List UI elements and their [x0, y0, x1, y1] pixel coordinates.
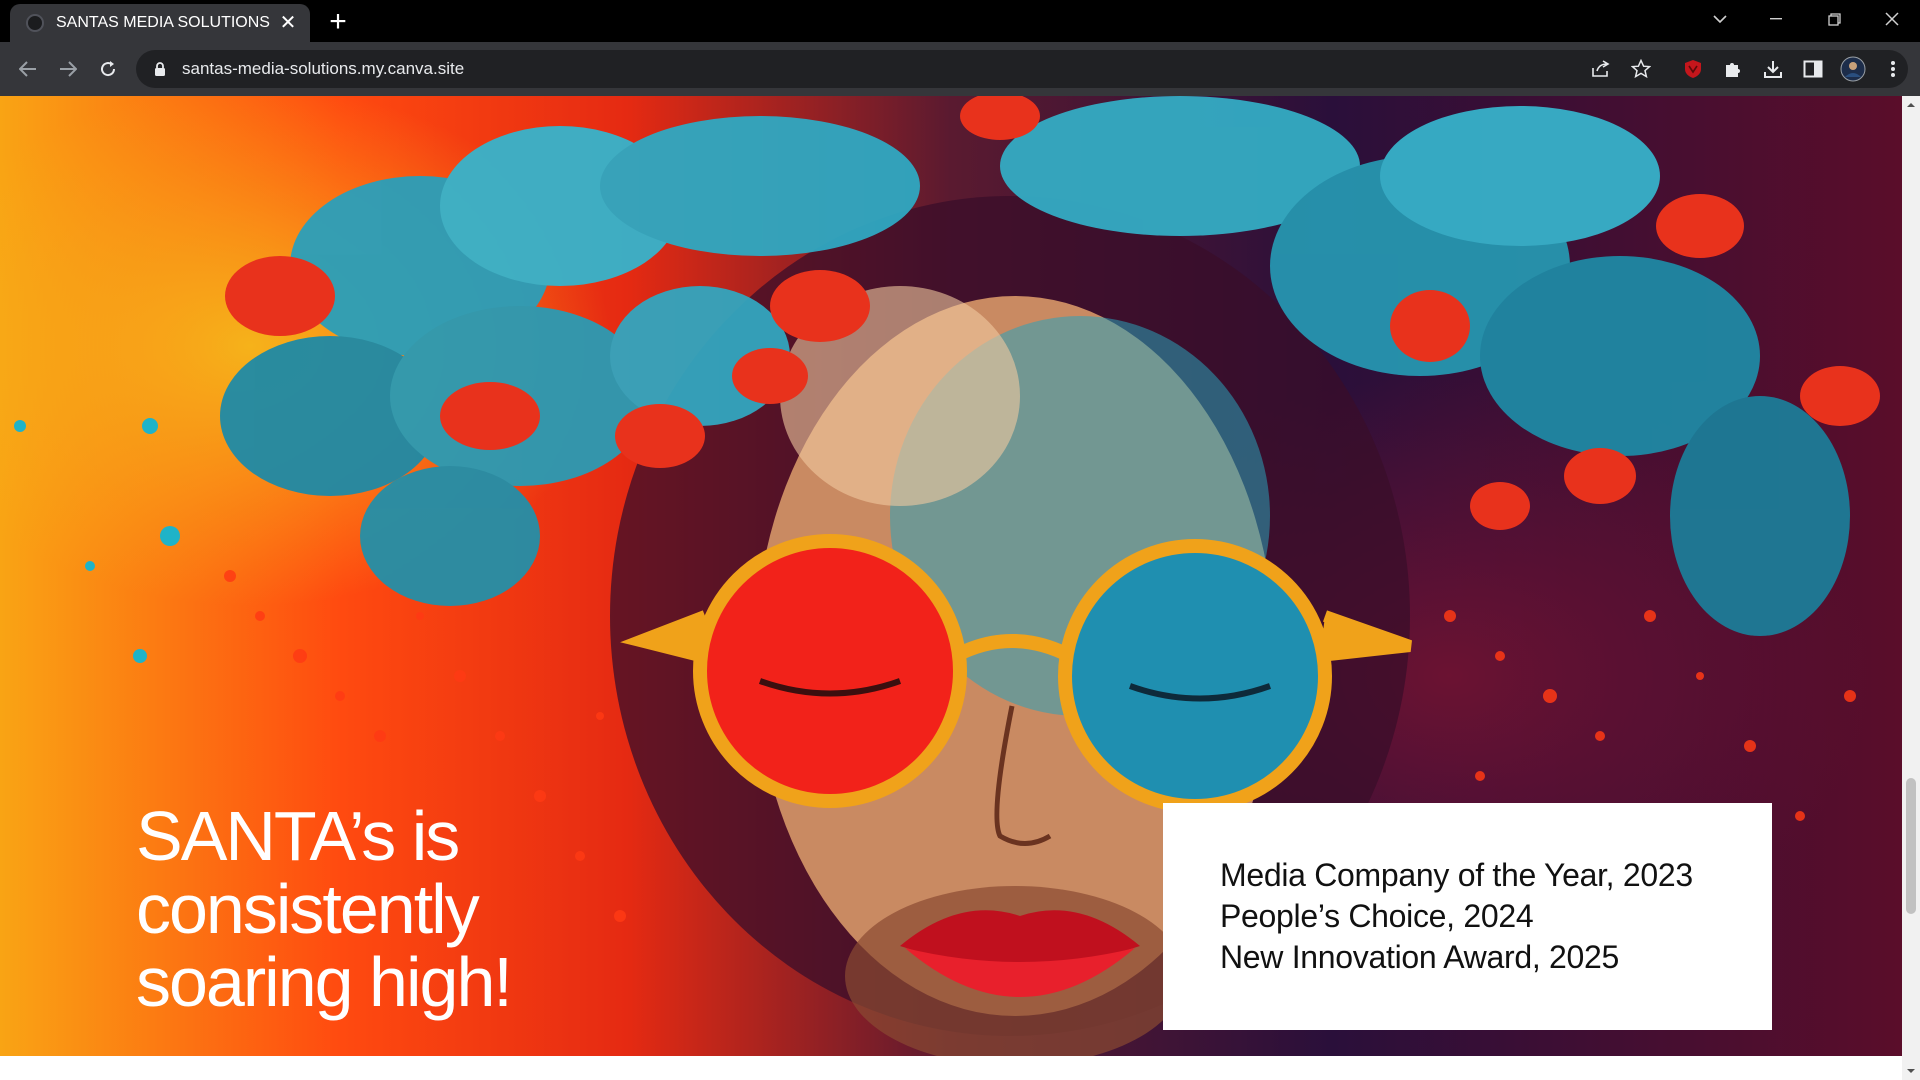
- page-scrollbar[interactable]: [1902, 96, 1920, 1080]
- awards-card: Media Company of the Year, 2023 People’s…: [1163, 803, 1772, 1030]
- restore-icon[interactable]: [1814, 0, 1854, 38]
- hero-headline: SANTA’s is consistently soaring high!: [136, 800, 696, 1019]
- download-icon[interactable]: [1758, 54, 1788, 84]
- back-icon[interactable]: [12, 53, 44, 85]
- headline-line: soaring high!: [136, 943, 513, 1021]
- share-icon[interactable]: [1586, 54, 1616, 84]
- browser-toolbar: santas-media-solutions.my.canva.site: [0, 42, 1920, 96]
- new-tab-button[interactable]: +: [322, 5, 354, 38]
- scroll-up-icon[interactable]: [1906, 100, 1916, 110]
- tab-title: SANTAS MEDIA SOLUTIONS: [56, 14, 270, 31]
- close-window-icon[interactable]: [1872, 0, 1912, 38]
- minimize-icon[interactable]: [1756, 0, 1796, 38]
- url-text[interactable]: santas-media-solutions.my.canva.site: [182, 59, 464, 79]
- favicon-icon: [26, 14, 44, 32]
- tab-strip: SANTAS MEDIA SOLUTIONS ✕ +: [0, 0, 1920, 42]
- profile-avatar[interactable]: [1838, 54, 1868, 84]
- lock-icon[interactable]: [152, 61, 168, 77]
- headline-line: consistently: [136, 870, 480, 948]
- scrollbar-thumb[interactable]: [1906, 778, 1916, 914]
- hero-image: SANTA’s is consistently soaring high! Me…: [0, 96, 1902, 1056]
- reload-icon[interactable]: [92, 53, 124, 85]
- award-item: Media Company of the Year, 2023: [1220, 857, 1693, 893]
- menu-dots-icon[interactable]: [1878, 54, 1908, 84]
- tab-search-icon[interactable]: [1700, 0, 1740, 38]
- page-viewport: SANTA’s is consistently soaring high! Me…: [0, 96, 1902, 1080]
- awards-list: Media Company of the Year, 2023 People’s…: [1220, 855, 1693, 978]
- active-tab[interactable]: SANTAS MEDIA SOLUTIONS ✕: [10, 4, 310, 42]
- headline-line: SANTA’s is: [136, 797, 460, 875]
- scroll-down-icon[interactable]: [1906, 1066, 1916, 1076]
- forward-icon[interactable]: [52, 53, 84, 85]
- puzzle-icon[interactable]: [1718, 54, 1748, 84]
- extension-shield-icon[interactable]: [1678, 54, 1708, 84]
- star-icon[interactable]: [1626, 54, 1656, 84]
- award-item: People’s Choice, 2024: [1220, 898, 1534, 934]
- award-item: New Innovation Award, 2025: [1220, 939, 1619, 975]
- side-panel-icon[interactable]: [1798, 54, 1828, 84]
- tab-close-icon[interactable]: ✕: [274, 9, 302, 37]
